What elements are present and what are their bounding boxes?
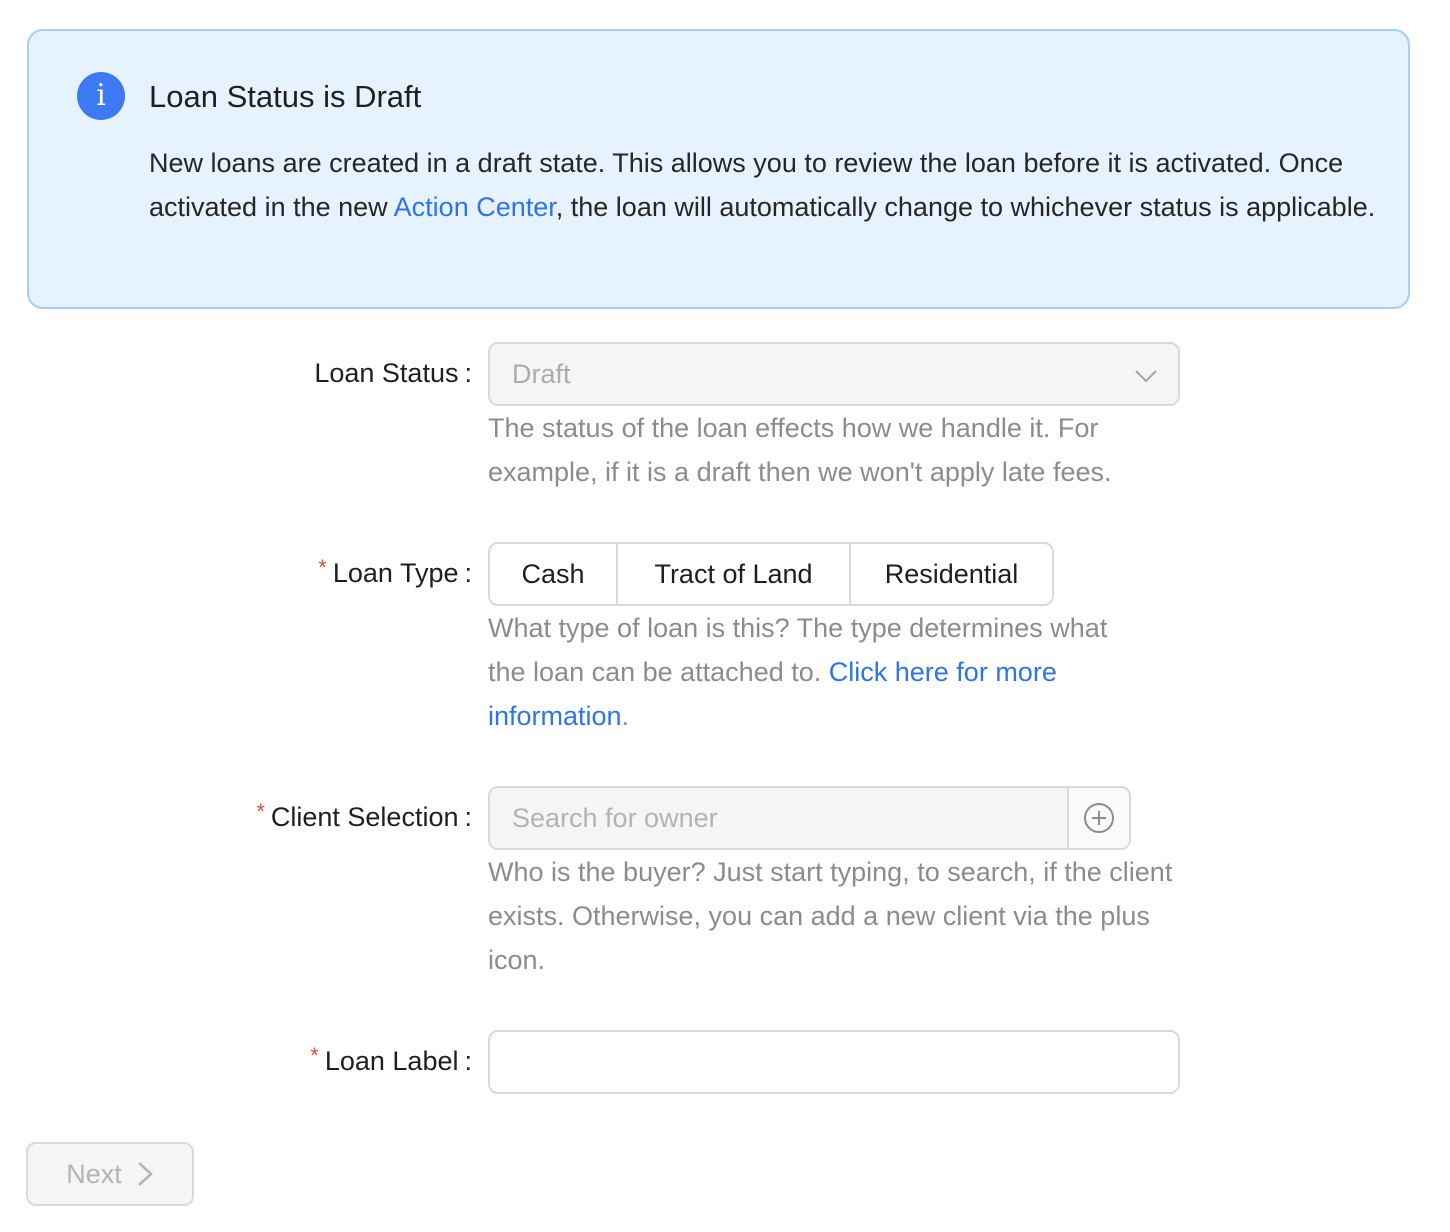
loan-type-segmented-control: Cash Tract of Land Residential bbox=[488, 542, 1054, 606]
loan-status-select[interactable]: Draft bbox=[488, 342, 1180, 406]
info-icon: i bbox=[77, 72, 125, 120]
add-client-button[interactable] bbox=[1067, 788, 1129, 848]
loan-type-option-residential[interactable]: Residential bbox=[849, 544, 1052, 604]
client-selection-label: * Client Selection: bbox=[256, 799, 472, 832]
required-mark: * bbox=[256, 799, 265, 824]
alert-title: Loan Status is Draft bbox=[149, 79, 422, 114]
loan-label-label: * Loan Label: bbox=[310, 1043, 472, 1076]
next-button[interactable]: Next bbox=[26, 1142, 194, 1206]
next-button-label: Next bbox=[66, 1158, 122, 1189]
loan-status-value: Draft bbox=[512, 359, 571, 389]
loan-label-input[interactable] bbox=[488, 1030, 1180, 1094]
client-search-input[interactable] bbox=[490, 788, 1067, 848]
required-mark: * bbox=[318, 555, 327, 580]
plus-circle-icon bbox=[1084, 803, 1114, 833]
loan-type-option-tract-of-land[interactable]: Tract of Land bbox=[616, 544, 849, 604]
action-center-link[interactable]: Action Center bbox=[394, 192, 556, 222]
loan-status-help: The status of the loan effects how we ha… bbox=[488, 413, 1112, 487]
chevron-right-icon bbox=[137, 1162, 153, 1186]
draft-status-alert: i Loan Status is Draft New loans are cre… bbox=[27, 29, 1410, 309]
client-selection-help: Who is the buyer? Just start typing, to … bbox=[488, 857, 1173, 975]
chevron-down-icon bbox=[1135, 370, 1157, 383]
loan-type-label: * Loan Type: bbox=[318, 555, 472, 588]
alert-body-text-end: , the loan will automatically change to … bbox=[555, 192, 1376, 222]
loan-type-option-cash[interactable]: Cash bbox=[490, 544, 616, 604]
loan-type-help-end: . bbox=[621, 701, 630, 731]
loan-type-help: What type of loan is this? The type dete… bbox=[488, 606, 1128, 738]
required-mark: * bbox=[310, 1043, 319, 1068]
alert-body: New loans are created in a draft state. … bbox=[149, 141, 1389, 229]
loan-status-label: Loan Status: bbox=[314, 358, 472, 388]
client-search-group bbox=[488, 786, 1131, 850]
